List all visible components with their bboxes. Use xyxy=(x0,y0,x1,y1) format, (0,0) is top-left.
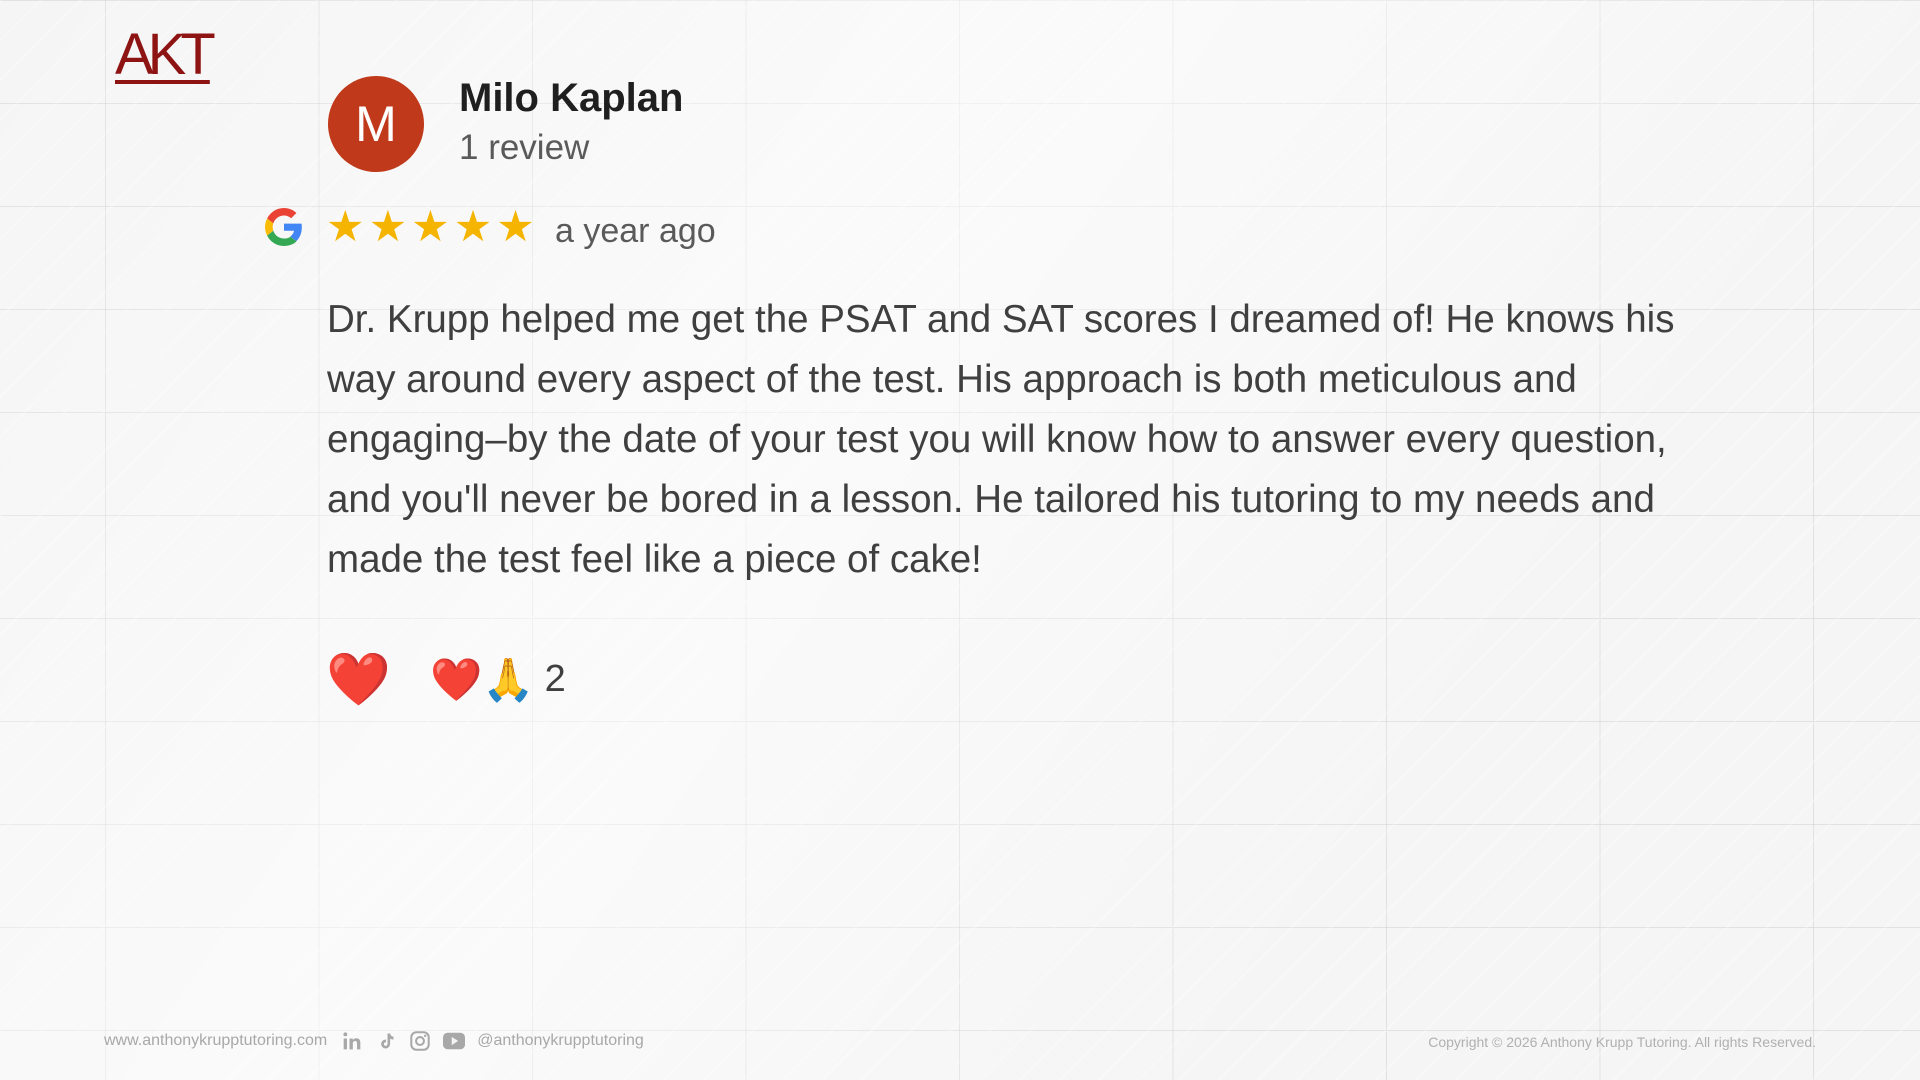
reaction-emojis: ❤️🙏 xyxy=(430,655,535,703)
avatar[interactable]: M xyxy=(328,76,424,172)
review-count[interactable]: 1 review xyxy=(459,128,589,168)
youtube-icon[interactable] xyxy=(443,1030,466,1052)
review-card: M Milo Kaplan 1 review ★ ★ ★ ★ ★ a year … xyxy=(0,0,1920,1080)
instagram-icon[interactable] xyxy=(409,1030,431,1052)
reaction-count: 2 xyxy=(544,658,566,700)
star-icon: ★ xyxy=(496,203,535,251)
star-icon: ★ xyxy=(453,203,493,251)
review-timestamp: a year ago xyxy=(555,212,716,250)
copyright-notice: Copyright © 2026 Anthony Krupp Tutoring.… xyxy=(1428,1034,1816,1050)
google-icon xyxy=(265,208,302,246)
star-icon: ★ xyxy=(368,203,408,251)
review-body: Dr. Krupp helped me get the PSAT and SAT… xyxy=(327,298,1675,581)
star-icon: ★ xyxy=(411,203,450,251)
star-icon: ★ xyxy=(326,203,365,251)
linkedin-icon[interactable] xyxy=(341,1030,363,1052)
social-handle[interactable]: @anthonykrupptutoring xyxy=(477,1032,644,1050)
footer-social-bar: www.anthonykrupptutoring.com @anthonykru… xyxy=(104,1030,644,1052)
tiktok-icon[interactable] xyxy=(375,1030,397,1052)
reviewer-name[interactable]: Milo Kaplan xyxy=(459,76,683,121)
heart-reaction-button[interactable]: ❤️ xyxy=(326,654,391,706)
reaction-summary[interactable]: ❤️🙏 2 xyxy=(430,658,566,701)
website-link[interactable]: www.anthonykrupptutoring.com xyxy=(104,1032,327,1050)
star-rating: ★ ★ ★ ★ ★ xyxy=(326,206,535,249)
